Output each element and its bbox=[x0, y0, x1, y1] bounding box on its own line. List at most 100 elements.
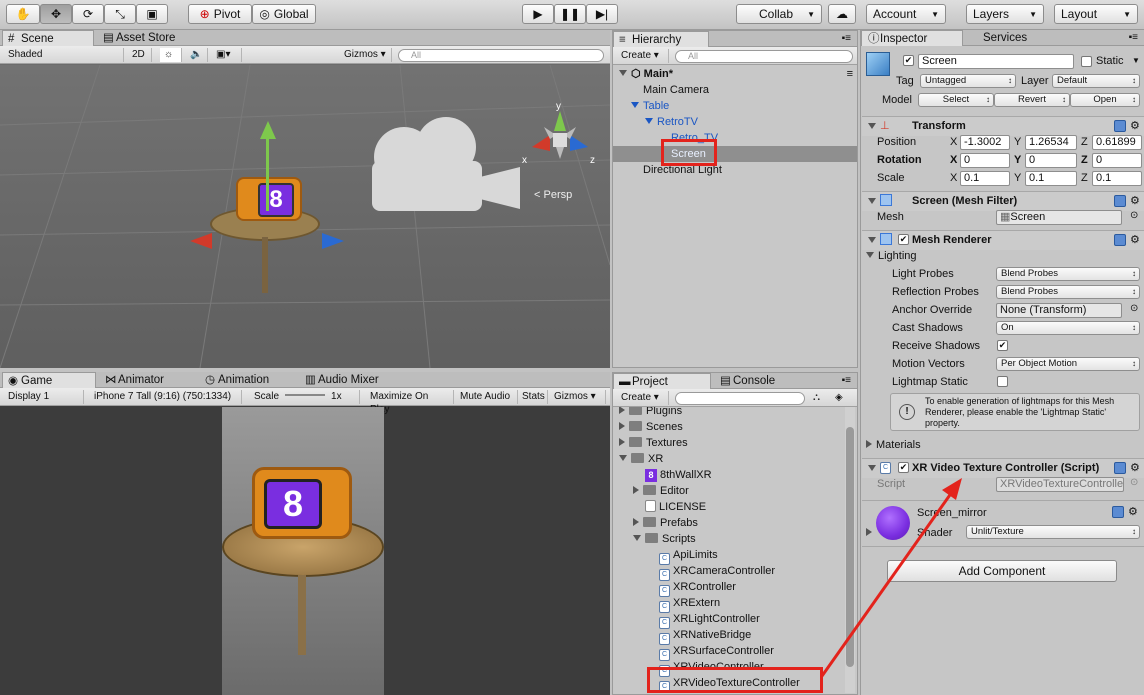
scale-x-input[interactable]: 0.1 bbox=[960, 171, 1010, 186]
hierarchy-create-dropdown[interactable]: Create ▾ bbox=[617, 49, 669, 63]
help-book-icon[interactable] bbox=[1114, 195, 1126, 207]
stats-toggle[interactable]: Stats bbox=[518, 390, 548, 404]
z-arrow-icon[interactable] bbox=[322, 233, 344, 249]
folder-prefabs[interactable]: Prefabs bbox=[633, 515, 698, 531]
script-xrcameracontroller[interactable]: C XRCameraController bbox=[659, 563, 775, 581]
object-picker-icon[interactable]: ⊙ bbox=[1130, 303, 1138, 314]
global-toggle[interactable]: ◎ Global bbox=[252, 4, 316, 24]
asset-8thwallxr[interactable]: 8 8thWallXR bbox=[645, 467, 712, 483]
anchor-override-field[interactable]: None (Transform) bbox=[996, 303, 1122, 318]
scene-viewport[interactable]: 8 y x z < Persp bbox=[0, 65, 610, 368]
light-probes-dropdown[interactable]: Blend Probes bbox=[996, 267, 1140, 281]
scale-slider[interactable]: Scale 1x bbox=[250, 390, 360, 404]
rotation-z-input[interactable]: 0 bbox=[1092, 153, 1142, 168]
gear-icon[interactable]: ⚙ bbox=[1128, 505, 1138, 518]
materials-foldout[interactable]: Materials bbox=[866, 439, 921, 451]
rotation-x-input[interactable]: 0 bbox=[960, 153, 1010, 168]
gear-icon[interactable]: ⚙ bbox=[1130, 119, 1140, 132]
model-open-button[interactable]: Open bbox=[1070, 93, 1140, 107]
x-arrow-icon[interactable] bbox=[190, 233, 212, 249]
asset-license[interactable]: LICENSE bbox=[645, 499, 706, 515]
model-select-button[interactable]: Select bbox=[918, 93, 994, 107]
tab-asset-store[interactable]: ▤ Asset Store bbox=[98, 30, 198, 46]
project-search-input[interactable] bbox=[675, 392, 805, 405]
script-xrextern[interactable]: C XRExtern bbox=[659, 595, 720, 613]
shader-foldout[interactable] bbox=[866, 527, 876, 539]
shader-dropdown[interactable]: Unlit/Texture bbox=[966, 525, 1140, 539]
gizmos-dropdown[interactable]: Gizmos ▾ bbox=[340, 48, 392, 62]
aspect-dropdown[interactable]: iPhone 7 Tall (9:16) (750:1334) bbox=[90, 390, 242, 404]
y-axis-handle[interactable] bbox=[266, 127, 269, 211]
tab-inspector[interactable]: ⓘ Inspector bbox=[861, 30, 963, 46]
hand-tool-button[interactable]: ✋ bbox=[6, 4, 40, 24]
add-component-button[interactable]: Add Component bbox=[887, 560, 1117, 582]
orientation-gizmo[interactable] bbox=[520, 103, 600, 173]
folder-textures[interactable]: Textures bbox=[619, 435, 688, 451]
tab-console[interactable]: ▤ Console bbox=[715, 373, 805, 389]
lighting-toggle[interactable]: ☼ bbox=[160, 48, 182, 62]
tab-animator[interactable]: ⋈ Animator bbox=[100, 372, 196, 388]
position-y-input[interactable]: 1.26534 bbox=[1025, 135, 1077, 150]
help-book-icon[interactable] bbox=[1112, 506, 1124, 518]
receive-shadows-checkbox[interactable]: ✔ bbox=[997, 340, 1008, 351]
move-tool-button[interactable]: ✥ bbox=[40, 4, 72, 24]
folder-plugins[interactable]: Plugins bbox=[619, 407, 682, 419]
persp-label[interactable]: < Persp bbox=[534, 189, 572, 201]
renderer-enabled-checkbox[interactable]: ✔ bbox=[898, 234, 909, 245]
cloud-button[interactable]: ☁ bbox=[828, 4, 856, 24]
script-xrsurfacecontroller[interactable]: C XRSurfaceController bbox=[659, 643, 774, 661]
rotation-y-input[interactable]: 0 bbox=[1025, 153, 1077, 168]
panel-menu-icon[interactable]: ▪≡ bbox=[842, 375, 851, 386]
mute-toggle[interactable]: Mute Audio bbox=[456, 390, 518, 404]
camera-gizmo-icon[interactable] bbox=[368, 115, 524, 219]
gear-icon[interactable]: ⚙ bbox=[1130, 461, 1140, 474]
transform-header[interactable]: ⊥ Transform ⚙ bbox=[862, 116, 1144, 136]
rotate-tool-button[interactable]: ⟳ bbox=[72, 4, 104, 24]
tree-item-screen[interactable]: Screen bbox=[613, 146, 857, 162]
help-book-icon[interactable] bbox=[1114, 462, 1126, 474]
position-z-input[interactable]: 0.61899 bbox=[1092, 135, 1142, 150]
gear-icon[interactable]: ⚙ bbox=[1130, 194, 1140, 207]
help-book-icon[interactable] bbox=[1114, 120, 1126, 132]
rect-tool-button[interactable]: ▣ bbox=[136, 4, 168, 24]
step-button[interactable]: ▶| bbox=[586, 4, 618, 24]
play-button[interactable]: ▶ bbox=[522, 4, 554, 24]
tab-hierarchy[interactable]: ≡ Hierarchy bbox=[613, 31, 709, 47]
tag-dropdown[interactable]: Untagged bbox=[920, 74, 1016, 88]
static-dropdown-icon[interactable]: ▼ bbox=[1132, 56, 1140, 65]
object-picker-icon[interactable]: ⊙ bbox=[1130, 210, 1138, 221]
script-xrcontroller[interactable]: C XRController bbox=[659, 579, 736, 597]
panel-menu-icon[interactable]: ▪≡ bbox=[1129, 32, 1138, 43]
script-xrnativebridge[interactable]: C XRNativeBridge bbox=[659, 627, 751, 645]
display-dropdown[interactable]: Display 1 bbox=[4, 390, 84, 404]
audio-toggle[interactable]: 🔈 bbox=[186, 48, 208, 62]
effects-dropdown[interactable]: ▣▾ bbox=[212, 48, 242, 62]
project-create-dropdown[interactable]: Create ▾ bbox=[617, 391, 669, 405]
meshrenderer-header[interactable]: ✔ Mesh Renderer ⚙ bbox=[862, 230, 1144, 250]
tree-item-main-camera[interactable]: Main Camera bbox=[643, 82, 709, 98]
script-component-header[interactable]: C ✔ XR Video Texture Controller (Script)… bbox=[862, 458, 1144, 478]
scrollbar-thumb[interactable] bbox=[846, 427, 854, 667]
cast-shadows-dropdown[interactable]: On bbox=[996, 321, 1140, 335]
folder-editor[interactable]: Editor bbox=[633, 483, 689, 499]
filter-type-icon[interactable]: ⛬ bbox=[813, 392, 820, 403]
meshfilter-header[interactable]: Screen (Mesh Filter) ⚙ bbox=[862, 191, 1144, 211]
gear-icon[interactable]: ⚙ bbox=[1130, 233, 1140, 246]
scale-tool-button[interactable]: ⤡ bbox=[104, 4, 136, 24]
scale-track[interactable] bbox=[285, 394, 326, 397]
layout-dropdown[interactable]: Layout ▼ bbox=[1054, 4, 1138, 24]
tab-animation[interactable]: ◷ Animation bbox=[200, 372, 300, 388]
tree-item-table[interactable]: Table bbox=[631, 98, 669, 114]
shading-dropdown[interactable]: Shaded bbox=[4, 48, 124, 62]
scale-y-input[interactable]: 0.1 bbox=[1025, 171, 1077, 186]
tree-item-retrotv[interactable]: RetroTV bbox=[645, 114, 698, 130]
script-enabled-checkbox[interactable]: ✔ bbox=[898, 462, 909, 473]
reflection-probes-dropdown[interactable]: Blend Probes bbox=[996, 285, 1140, 299]
maximize-toggle[interactable]: Maximize On Play bbox=[366, 390, 454, 415]
account-dropdown[interactable]: Account ▼ bbox=[866, 4, 946, 24]
static-checkbox[interactable] bbox=[1081, 56, 1092, 67]
project-scrollbar[interactable] bbox=[845, 407, 855, 693]
tab-project[interactable]: ▬ Project bbox=[613, 373, 711, 389]
game-gizmos-dropdown[interactable]: Gizmos ▾ bbox=[550, 390, 606, 404]
help-book-icon[interactable] bbox=[1114, 234, 1126, 246]
